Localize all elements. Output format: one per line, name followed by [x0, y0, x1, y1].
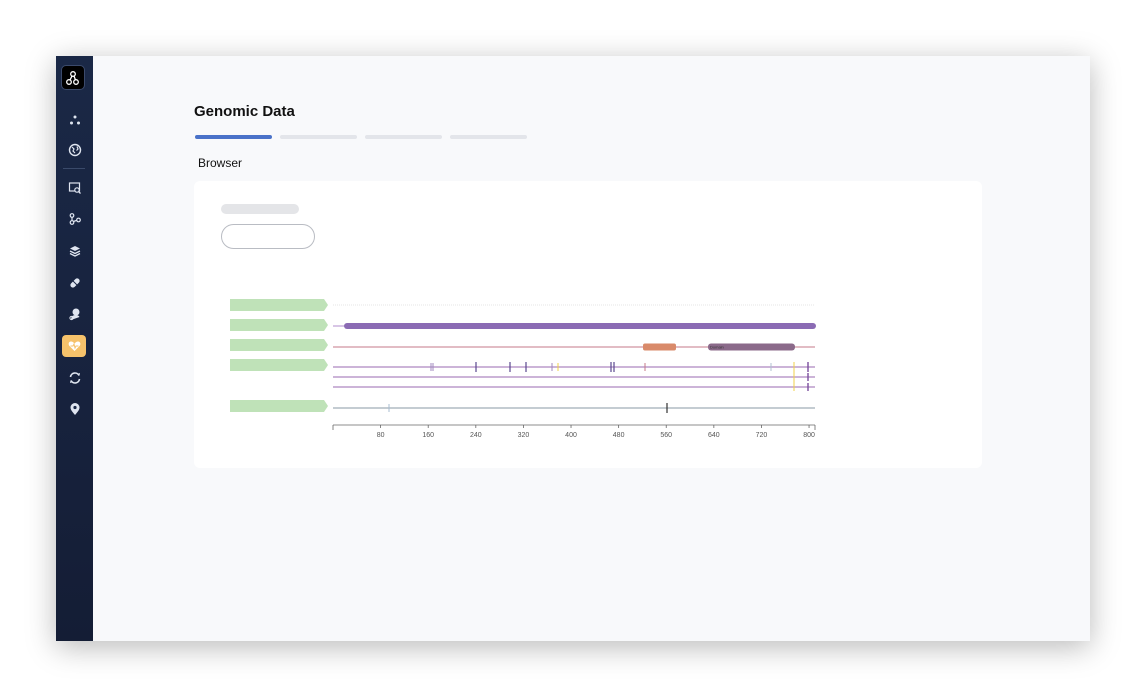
axis-tick-label: 560	[660, 432, 672, 439]
genome-browser-plot: Domain 80 160 240 320 400 480 560 640 72…	[230, 299, 816, 439]
progress-step-2[interactable]	[280, 135, 357, 139]
page-title: Genomic Data	[194, 103, 295, 120]
track-label-1[interactable]	[230, 299, 328, 311]
screen-search-icon	[68, 182, 81, 194]
axis-tick-label: 640	[708, 432, 720, 439]
sidebar-item-layers[interactable]	[61, 239, 88, 263]
sidebar-item-screen-search[interactable]	[61, 176, 88, 200]
sidebar-item-location[interactable]	[61, 397, 88, 421]
axis-tick-label: 720	[756, 432, 768, 439]
position-axis: 80 160 240 320 400 480 560 640 720 800	[332, 424, 816, 439]
app-logo[interactable]	[61, 65, 85, 90]
graph-logo-icon	[66, 70, 79, 85]
track-label-5[interactable]	[230, 400, 328, 412]
region-feature[interactable]	[643, 343, 676, 351]
branch-icon	[69, 213, 81, 225]
sidebar-divider	[63, 168, 85, 169]
sidebar-item-sync[interactable]	[61, 366, 88, 390]
sidebar-item-dots[interactable]	[61, 108, 88, 132]
sidebar-item-branch[interactable]	[61, 207, 88, 231]
track-labels	[230, 299, 328, 412]
track-label-3[interactable]	[230, 339, 328, 351]
sidebar	[56, 56, 93, 641]
browser-card: Domain 80 160 240 320 400 480 560 640 72…	[194, 181, 982, 468]
progress-step-4[interactable]	[450, 135, 527, 139]
track-label-4[interactable]	[230, 359, 328, 371]
sidebar-item-heart-active[interactable]	[62, 335, 86, 357]
sync-icon	[69, 372, 80, 384]
pill-icon	[69, 278, 80, 288]
app-window: Genomic Data Browser Domain 80 160 240 3…	[56, 56, 1090, 641]
axis-tick-label: 400	[565, 432, 577, 439]
variant-track	[333, 362, 815, 391]
axis-tick-label: 800	[803, 432, 815, 439]
heart-icon	[68, 341, 80, 351]
globe-icon	[68, 143, 81, 157]
dots-icon	[69, 115, 80, 125]
axis-tick-label: 480	[613, 432, 625, 439]
person-icon	[68, 308, 79, 321]
axis-tick-label: 80	[377, 432, 385, 439]
axis-tick-label: 160	[422, 432, 434, 439]
layers-icon	[69, 246, 80, 257]
axis-tick-label: 320	[518, 432, 530, 439]
location-pin-icon	[70, 403, 79, 415]
section-label: Browser	[198, 156, 243, 170]
domain-label: Domain	[710, 345, 724, 350]
progress-step-3[interactable]	[365, 135, 442, 139]
track-label-2[interactable]	[230, 319, 328, 331]
protein-bar[interactable]	[344, 323, 816, 329]
sidebar-item-person[interactable]	[61, 302, 88, 326]
axis-tick-label: 240	[470, 432, 482, 439]
progress-step-1[interactable]	[195, 135, 272, 139]
sidebar-item-pill[interactable]	[61, 271, 88, 295]
sidebar-item-globe[interactable]	[61, 138, 88, 162]
